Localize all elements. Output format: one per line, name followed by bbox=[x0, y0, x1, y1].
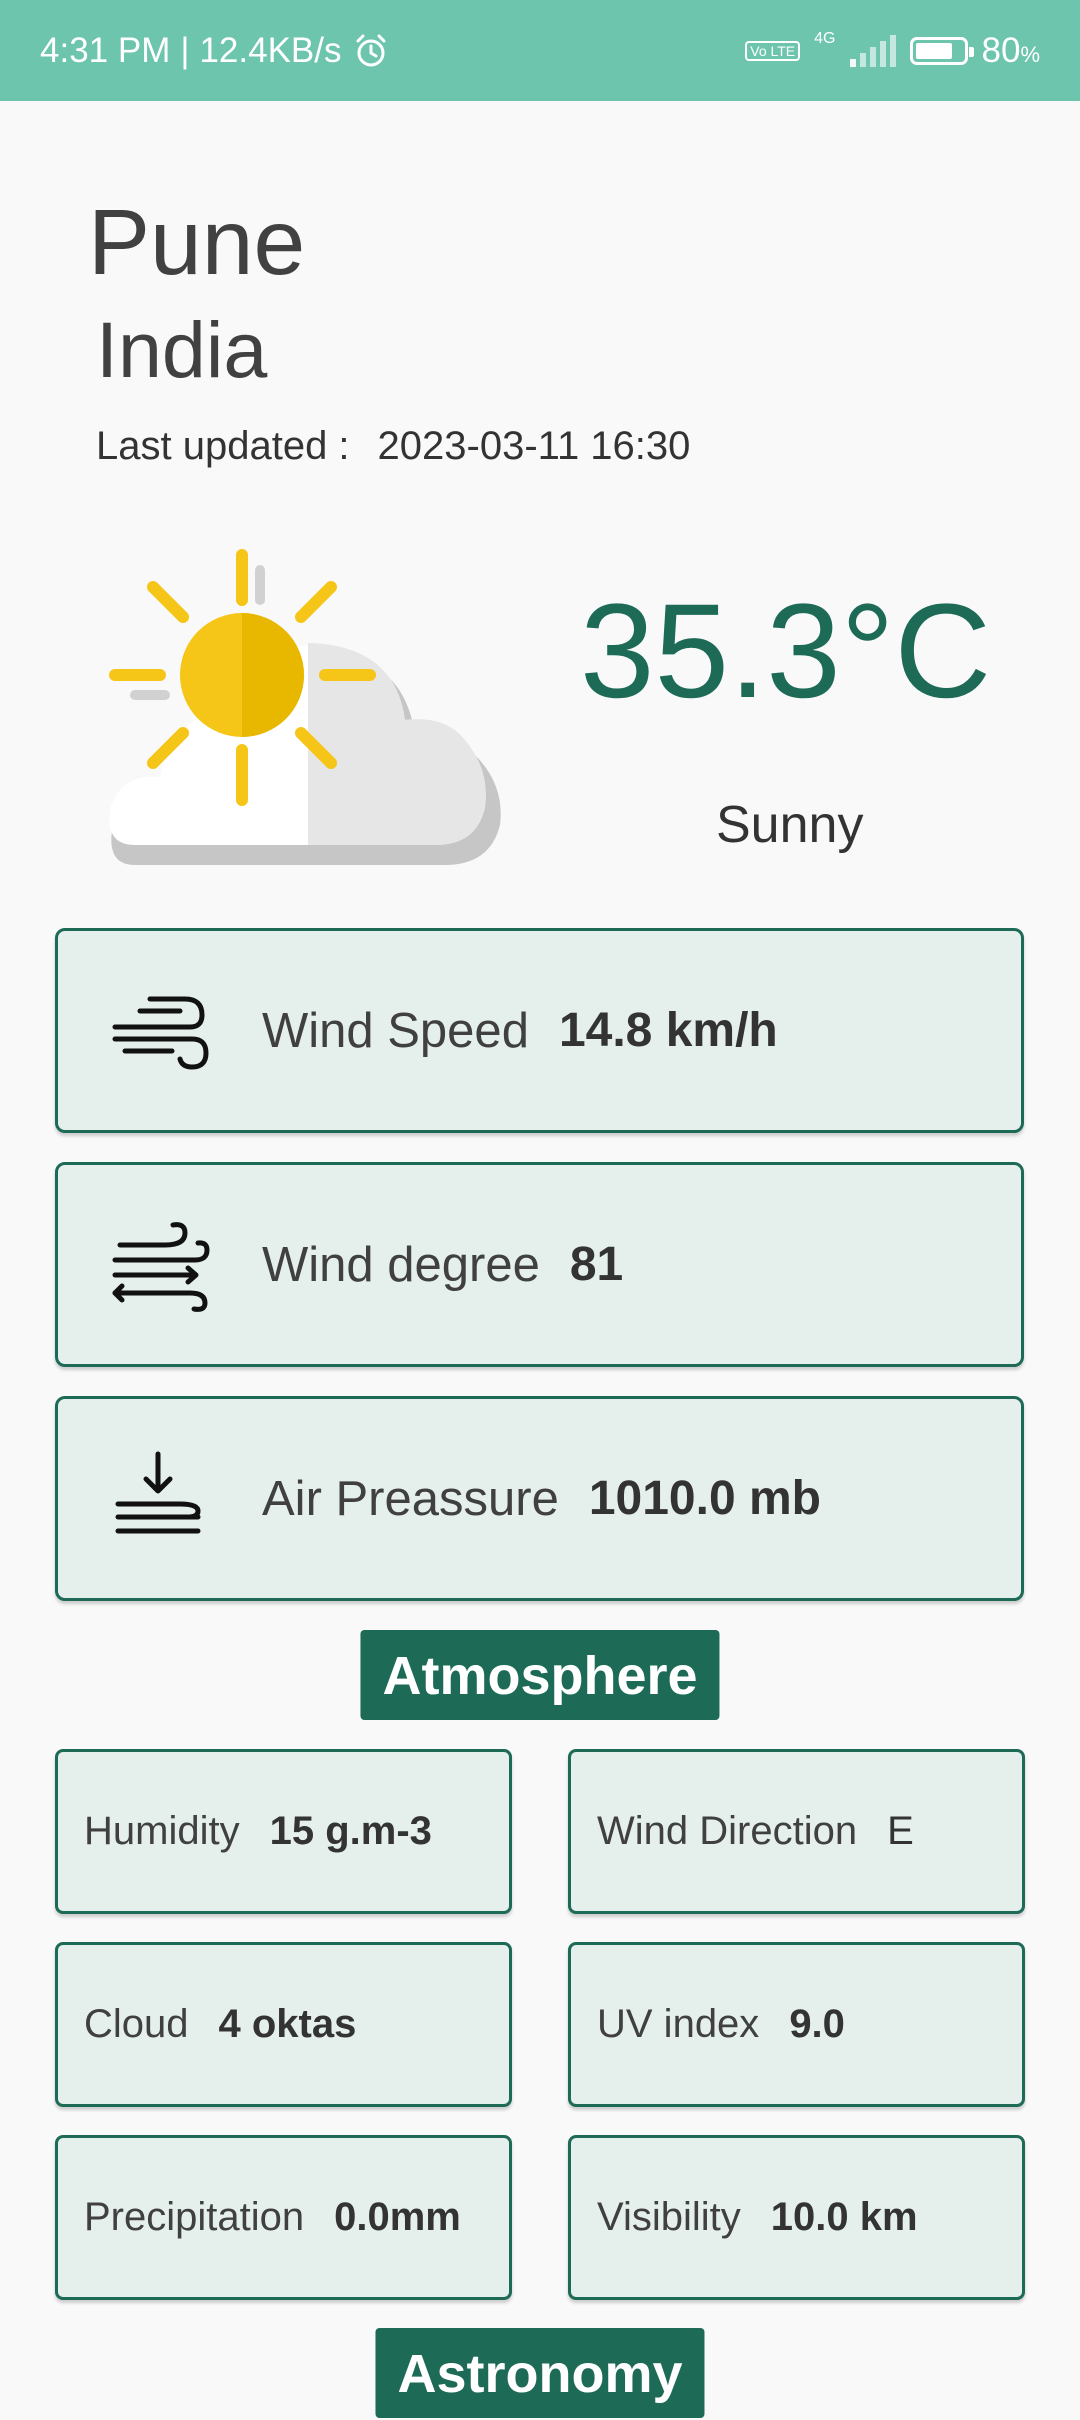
wind-direction-label: Wind Direction bbox=[597, 1809, 858, 1853]
precipitation-card: Precipitation 0.0mm bbox=[55, 2135, 512, 2300]
humidity-card: Humidity 15 g.m-3 bbox=[55, 1749, 512, 1914]
last-updated-value: 2023-03-11 16:30 bbox=[377, 424, 691, 468]
wind-direction-icon bbox=[112, 1221, 210, 1312]
astronomy-heading: Astronomy bbox=[375, 2328, 705, 2418]
precipitation-value: 0.0mm bbox=[334, 2195, 461, 2239]
cloud-label: Cloud bbox=[84, 2002, 189, 2046]
air-pressure-label: Air Preassure bbox=[262, 1471, 559, 1526]
visibility-value: 10.0 km bbox=[770, 2195, 918, 2239]
visibility-label: Visibility bbox=[597, 2195, 741, 2239]
status-separator: | bbox=[180, 30, 190, 70]
sun-behind-cloud-icon bbox=[109, 549, 501, 865]
weather-condition: Sunny bbox=[716, 796, 864, 854]
wind-speed-card: Wind Speed 14.8 km/h bbox=[55, 928, 1024, 1133]
pressure-icon bbox=[115, 1451, 201, 1533]
status-bar: 4:31 PM | 12.4KB/s Vo LTE 4G 80% bbox=[0, 0, 1080, 101]
last-updated-label: Last updated : bbox=[96, 424, 350, 468]
wind-icon bbox=[112, 996, 209, 1070]
status-time: 4:31 PM bbox=[40, 30, 171, 70]
wind-degree-card: Wind degree 81 bbox=[55, 1162, 1024, 1367]
wind-speed-value: 14.8 km/h bbox=[558, 1004, 778, 1057]
last-updated: Last updated : 2023-03-11 16:30 bbox=[96, 424, 690, 469]
battery-icon bbox=[909, 36, 974, 65]
volte-icon: Vo LTE bbox=[745, 40, 801, 61]
battery-percent: 80% bbox=[981, 30, 1041, 70]
country-name: India bbox=[96, 305, 268, 394]
humidity-label: Humidity bbox=[84, 1809, 240, 1853]
wind-direction-card: Wind Direction E bbox=[568, 1749, 1025, 1914]
uv-index-label: UV index bbox=[597, 2002, 760, 2046]
atmosphere-heading: Atmosphere bbox=[360, 1630, 720, 1720]
uv-index-card: UV index 9.0 bbox=[568, 1942, 1025, 2107]
visibility-card: Visibility 10.0 km bbox=[568, 2135, 1025, 2300]
wind-degree-label: Wind degree bbox=[262, 1237, 540, 1292]
alarm-icon bbox=[356, 34, 385, 66]
wind-direction-value: E bbox=[887, 1809, 914, 1853]
cloud-value: 4 oktas bbox=[218, 2002, 357, 2046]
humidity-value: 15 g.m-3 bbox=[269, 1809, 432, 1853]
network-speed: 12.4KB/s bbox=[199, 30, 342, 70]
air-pressure-value: 1010.0 mb bbox=[588, 1472, 821, 1525]
signal-icon bbox=[849, 34, 896, 67]
cloud-card: Cloud 4 oktas bbox=[55, 1942, 512, 2107]
wind-degree-value: 81 bbox=[569, 1238, 624, 1291]
city-name: Pune bbox=[88, 190, 306, 294]
temperature: 35.3°C bbox=[580, 577, 992, 726]
wind-speed-label: Wind Speed bbox=[262, 1003, 529, 1058]
network-type: 4G bbox=[814, 29, 836, 47]
uv-index-value: 9.0 bbox=[789, 2002, 845, 2046]
air-pressure-card: Air Preassure 1010.0 mb bbox=[55, 1396, 1024, 1601]
precipitation-label: Precipitation bbox=[84, 2195, 305, 2239]
